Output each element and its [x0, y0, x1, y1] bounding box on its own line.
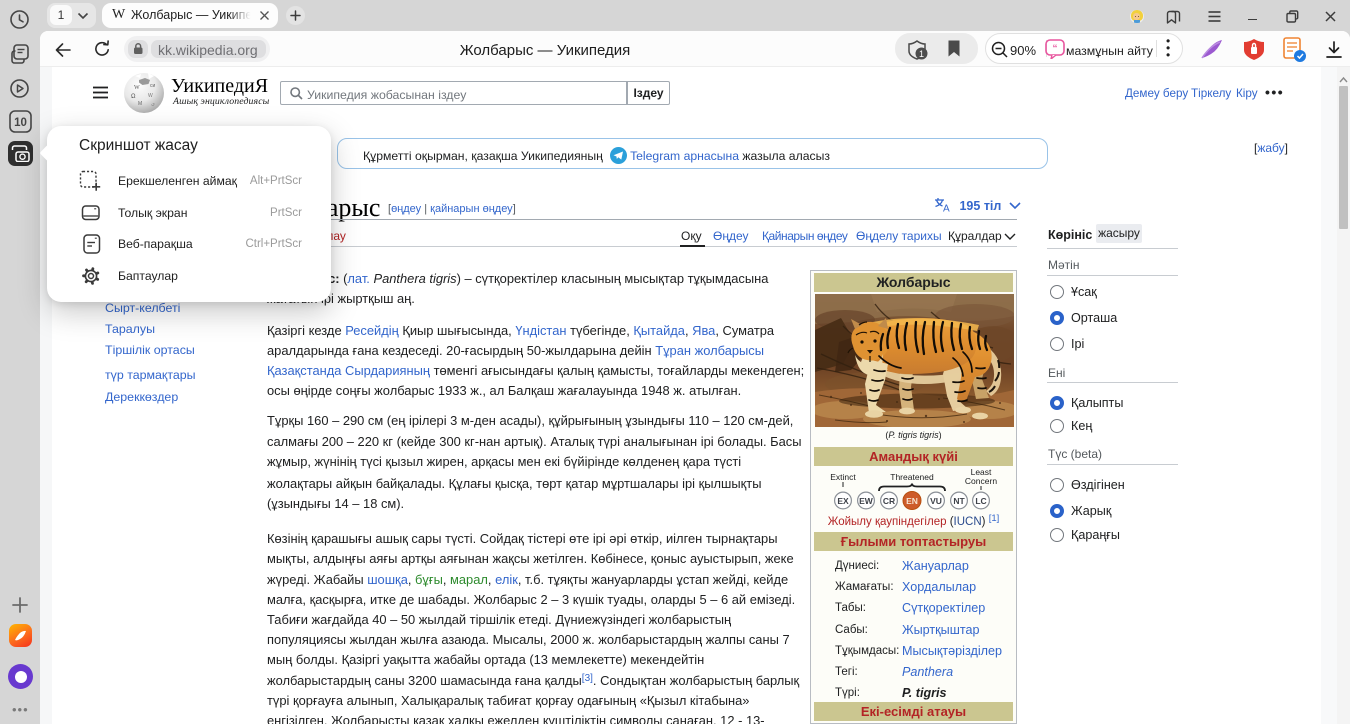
svg-text:VU: VU — [930, 496, 942, 506]
svg-text:W: W — [134, 85, 140, 91]
svg-text:NT: NT — [953, 496, 965, 506]
svg-text:A: A — [943, 204, 950, 213]
svg-text:М: М — [138, 101, 142, 107]
svg-text:Ω: Ω — [131, 94, 136, 100]
svg-text:Concern: Concern — [965, 476, 997, 486]
svg-text:LC: LC — [975, 496, 986, 506]
svg-text:си: си — [150, 83, 156, 89]
svg-text:“: “ — [1052, 44, 1057, 55]
svg-text:EN: EN — [906, 496, 918, 506]
svg-text:ي: ي — [151, 101, 155, 107]
svg-text:W: W — [148, 93, 153, 99]
svg-text:EX: EX — [837, 496, 849, 506]
svg-text:CR: CR — [883, 496, 895, 506]
svg-text:10: 10 — [14, 117, 27, 129]
svg-text:EW: EW — [859, 496, 874, 506]
svg-text:Extinct: Extinct — [830, 472, 856, 482]
svg-text:1: 1 — [919, 49, 924, 59]
svg-text:Threatened: Threatened — [890, 472, 934, 482]
